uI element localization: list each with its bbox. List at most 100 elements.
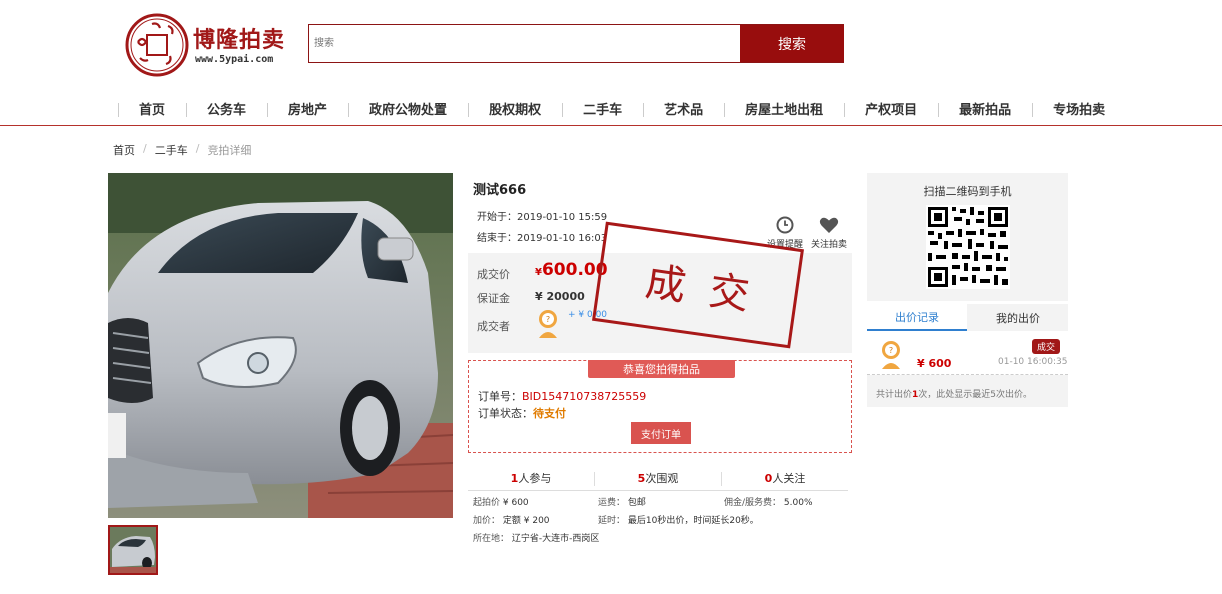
- commission-info: 佣金/服务费： 5.00%: [724, 495, 813, 508]
- bid-tabs: 出价记录 我的出价: [867, 304, 1068, 331]
- nav-item-real-estate[interactable]: 房地产: [267, 99, 348, 118]
- deposit-value: ¥ 20000: [535, 290, 585, 303]
- search-bar: 搜索: [308, 24, 844, 63]
- nav-item-latest-lots[interactable]: 最新拍品: [938, 99, 1032, 118]
- increment-label: 加价：: [473, 516, 501, 526]
- bid-records-panel: ? ¥ 600 成交 01-10 16:00:35 共计出价1次，此处显示最近5…: [867, 331, 1068, 407]
- commission-label: 佣金/服务费：: [724, 498, 782, 508]
- views-label: 次围观: [645, 472, 679, 485]
- nav-item-used-cars[interactable]: 二手车: [562, 99, 643, 118]
- svg-text:?: ?: [889, 346, 893, 355]
- bid-summary-suffix: 次，此处显示最近5次出价。: [918, 390, 1033, 400]
- followers-stat: 0人关注: [722, 472, 848, 486]
- car-thumbnail-illustration: [110, 527, 156, 573]
- bid-summary: 共计出价1次，此处显示最近5次出价。: [876, 387, 1032, 400]
- end-time-row: 结束于：2019-01-10 16:03: [477, 229, 607, 244]
- delay-value: 最后10秒出价，时间延长20秒。: [627, 516, 759, 526]
- order-status-value: 待支付: [533, 407, 566, 420]
- site-logo[interactable]: 博隆拍卖 www.5ypai.com: [124, 12, 294, 78]
- delay-label: 延时：: [598, 516, 626, 526]
- increment-value: 定额 ¥ 200: [502, 516, 550, 526]
- winner-label: 成交者: [477, 320, 510, 333]
- nav-divider: [0, 125, 1222, 126]
- tab-my-bids[interactable]: 我的出价: [968, 304, 1068, 331]
- main-product-photo[interactable]: [108, 173, 453, 518]
- logo-name: 博隆拍卖: [193, 28, 286, 53]
- congrats-banner: 恭喜您拍得拍品: [588, 360, 735, 378]
- order-number-label: 订单号：: [478, 390, 522, 403]
- start-price-info: 起拍价 ¥ 600: [473, 495, 529, 508]
- shipping-info: 运费： 包邮: [598, 495, 646, 508]
- start-price-value: ¥ 600: [502, 498, 529, 508]
- qr-code-title: 扫描二维码到手机: [923, 185, 1012, 198]
- bid-amount: ¥ 600: [917, 357, 952, 370]
- bid-time: 01-10 16:00:35: [998, 357, 1068, 367]
- breadcrumb: 首页 / 二手车 / 竞拍详细: [113, 142, 251, 158]
- currency-symbol: ¥: [535, 267, 542, 278]
- svg-text:?: ?: [546, 315, 550, 324]
- heart-icon: [819, 217, 839, 233]
- bid-summary-prefix: 共计出价: [876, 390, 913, 400]
- breadcrumb-separator: /: [195, 142, 200, 155]
- logo-url: www.5ypai.com: [195, 54, 274, 65]
- delay-info: 延时： 最后10秒出价，时间延长20秒。: [598, 513, 759, 526]
- views-stat: 5次围观: [595, 472, 722, 486]
- bid-record-row: ? ¥ 600 成交 01-10 16:00:35: [867, 331, 1068, 375]
- follow-auction-button[interactable]: 关注拍卖: [808, 216, 850, 250]
- nav-item-home[interactable]: 首页: [118, 99, 186, 118]
- start-time-value: 2019-01-10 15:59: [517, 212, 608, 223]
- deal-price-label: 成交价: [477, 268, 510, 281]
- item-title: 测试666: [473, 183, 527, 198]
- order-panel: 恭喜您拍得拍品 订单号：BID154710738725559 订单状态：待支付 …: [468, 360, 852, 453]
- pay-order-button[interactable]: 支付订单: [631, 422, 691, 444]
- nav-item-special-auctions[interactable]: 专场拍卖: [1032, 99, 1126, 118]
- auction-stats: 1人参与 5次围观 0人关注: [468, 472, 848, 491]
- deal-price: ¥600.00: [535, 260, 608, 280]
- deposit-label: 保证金: [477, 292, 510, 305]
- nav-item-government-assets[interactable]: 政府公物处置: [348, 99, 468, 118]
- order-number-value: BID154710738725559: [522, 390, 647, 403]
- order-status-row: 订单状态：待支付: [478, 405, 566, 421]
- participants-stat: 1人参与: [468, 472, 595, 486]
- followers-label: 人关注: [772, 472, 806, 485]
- location-value: 辽宁省-大连市-西岗区: [511, 534, 600, 544]
- breadcrumb-separator: /: [143, 142, 147, 155]
- end-time-value: 2019-01-10 16:03: [517, 233, 608, 244]
- tab-bid-records[interactable]: 出价记录: [867, 304, 967, 331]
- thumbnail-image[interactable]: [108, 525, 158, 575]
- main-nav: 首页 公务车 房地产 政府公物处置 股权期权 二手车 艺术品 房屋土地出租 产权…: [118, 96, 1126, 120]
- location-info: 所在地： 辽宁省-大连市-西岗区: [473, 531, 599, 544]
- breadcrumb-home[interactable]: 首页: [113, 142, 135, 158]
- search-input[interactable]: [309, 25, 739, 62]
- end-time-label: 结束于：: [477, 233, 517, 244]
- nav-item-land-rental[interactable]: 房屋土地出租: [724, 99, 844, 118]
- shipping-value: 包邮: [627, 498, 646, 508]
- seal-logo-icon: [125, 13, 189, 77]
- nav-item-official-cars[interactable]: 公务车: [186, 99, 267, 118]
- breadcrumb-current: 竞拍详细: [207, 144, 252, 157]
- search-button[interactable]: 搜索: [740, 25, 844, 62]
- order-status-label: 订单状态：: [478, 407, 533, 420]
- site-header: 博隆拍卖 www.5ypai.com 搜索: [0, 0, 1222, 90]
- winner-avatar-icon: ?: [539, 310, 557, 338]
- nav-item-property-rights[interactable]: 产权项目: [844, 99, 938, 118]
- breadcrumb-category[interactable]: 二手车: [155, 142, 188, 158]
- qr-code-icon[interactable]: [926, 205, 1010, 289]
- commission-value: 5.00%: [783, 498, 813, 508]
- nav-item-equity[interactable]: 股权期权: [468, 99, 562, 118]
- clock-icon: [776, 216, 794, 234]
- car-photo-illustration: [108, 173, 453, 518]
- increment-info: 加价： 定额 ¥ 200: [473, 513, 550, 526]
- start-time-label: 开始于：: [477, 212, 517, 223]
- deal-badge: 成交: [1032, 339, 1060, 354]
- follow-auction-label: 关注拍卖: [810, 240, 847, 250]
- participants-label: 人参与: [518, 472, 552, 485]
- qr-code-panel: 扫描二维码到手机: [867, 173, 1068, 301]
- start-time-row: 开始于：2019-01-10 15:59: [477, 208, 607, 223]
- order-number-row: 订单号：BID154710738725559: [478, 388, 646, 404]
- nav-item-art[interactable]: 艺术品: [643, 99, 724, 118]
- shipping-label: 运费：: [598, 498, 626, 508]
- start-price-label: 起拍价: [473, 498, 501, 508]
- location-label: 所在地：: [473, 534, 510, 544]
- bidder-avatar-icon: ?: [882, 341, 900, 369]
